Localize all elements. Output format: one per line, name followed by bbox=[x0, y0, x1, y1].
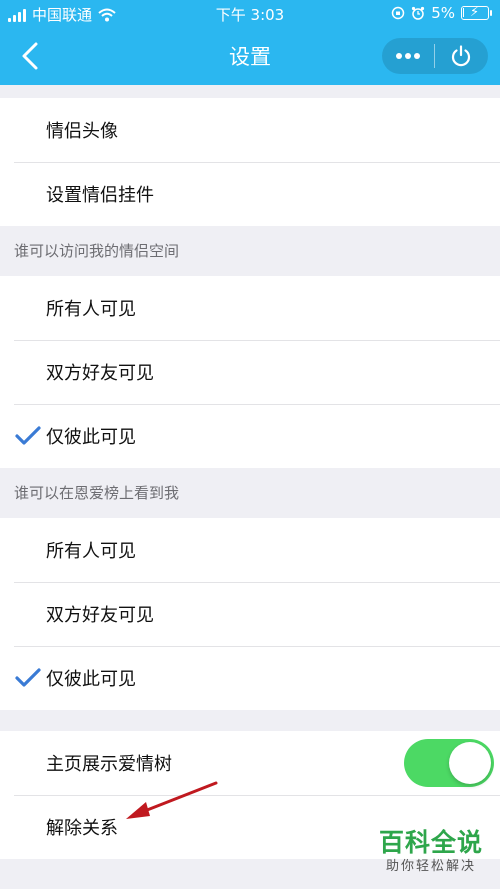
ranking-options-list: 所有人可见 双方好友可见 仅彼此可见 bbox=[0, 518, 500, 710]
access-section-label: 谁可以访问我的情侣空间 bbox=[14, 242, 180, 260]
option-label: 仅彼此可见 bbox=[46, 669, 136, 690]
app-header: 中国联通 下午 3:03 5% ⚡ 设置 bbox=[0, 0, 500, 85]
couple-avatar-row[interactable]: 情侣头像 bbox=[0, 98, 500, 162]
love-tree-toggle[interactable] bbox=[404, 739, 494, 787]
access-option-all[interactable]: 所有人可见 bbox=[0, 276, 500, 340]
battery-percent: 5% bbox=[431, 4, 455, 22]
access-option-only-us[interactable]: 仅彼此可见 bbox=[0, 404, 500, 468]
profile-list: 情侣头像 设置情侣挂件 bbox=[0, 98, 500, 226]
status-bar: 中国联通 下午 3:03 5% ⚡ bbox=[0, 0, 500, 28]
row-label: 解除关系 bbox=[46, 818, 118, 839]
watermark: 百科全说 助你轻松解决 bbox=[368, 828, 494, 884]
settings-content: 情侣头像 设置情侣挂件 谁可以访问我的情侣空间 所有人可见 双方好友可见 仅彼此… bbox=[0, 85, 500, 859]
checkmark-icon bbox=[15, 426, 41, 445]
toggle-knob bbox=[449, 742, 491, 784]
more-button[interactable] bbox=[382, 38, 434, 74]
ranking-section-label: 谁可以在恩爱榜上看到我 bbox=[14, 484, 180, 502]
orientation-lock-icon bbox=[391, 6, 405, 20]
ranking-option-mutual-friends[interactable]: 双方好友可见 bbox=[0, 582, 500, 646]
access-option-mutual-friends[interactable]: 双方好友可见 bbox=[0, 340, 500, 404]
option-label: 所有人可见 bbox=[46, 541, 136, 562]
watermark-title: 百科全说 bbox=[378, 828, 483, 857]
row-label: 设置情侣挂件 bbox=[46, 185, 154, 206]
ranking-option-only-us[interactable]: 仅彼此可见 bbox=[0, 646, 500, 710]
row-label: 主页展示爱情树 bbox=[46, 754, 172, 775]
more-dots-icon bbox=[396, 53, 420, 59]
power-icon bbox=[451, 45, 471, 67]
mini-program-capsule bbox=[382, 38, 488, 74]
row-label: 情侣头像 bbox=[46, 121, 118, 142]
ranking-option-all[interactable]: 所有人可见 bbox=[0, 518, 500, 582]
option-label: 所有人可见 bbox=[46, 299, 136, 320]
love-tree-row: 主页展示爱情树 bbox=[0, 731, 500, 795]
checkmark-icon bbox=[15, 668, 41, 687]
nav-bar: 设置 bbox=[0, 28, 500, 85]
watermark-subtitle: 助你轻松解决 bbox=[385, 859, 476, 874]
option-label: 仅彼此可见 bbox=[46, 427, 136, 448]
option-label: 双方好友可见 bbox=[46, 363, 154, 384]
alarm-icon bbox=[412, 6, 425, 20]
option-label: 双方好友可见 bbox=[46, 605, 154, 626]
couple-pendant-row[interactable]: 设置情侣挂件 bbox=[0, 162, 500, 226]
battery-icon: ⚡ bbox=[461, 5, 492, 20]
access-options-list: 所有人可见 双方好友可见 仅彼此可见 bbox=[0, 276, 500, 468]
close-button[interactable] bbox=[435, 38, 487, 74]
annotation-arrow-icon bbox=[126, 781, 218, 819]
